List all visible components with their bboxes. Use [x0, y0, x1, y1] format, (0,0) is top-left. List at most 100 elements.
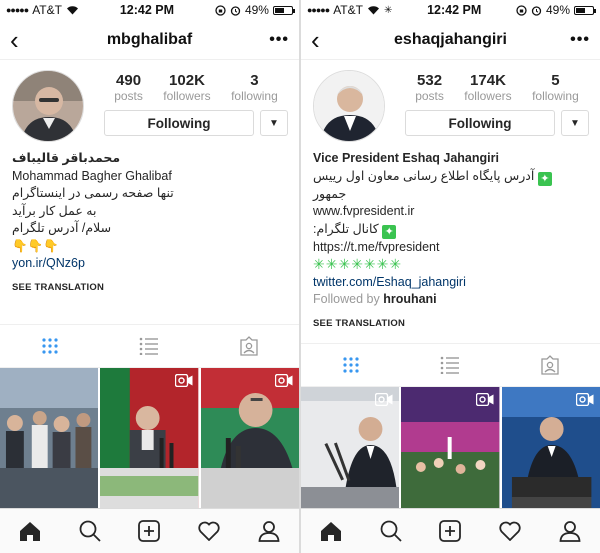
- tab-grid[interactable]: [336, 350, 366, 380]
- profile-tab[interactable]: [557, 518, 583, 544]
- bio-name: Vice President Eshaq Jahangiri: [313, 151, 499, 165]
- battery-percent: 49%: [244, 3, 269, 17]
- bio-line: سلام/ آدرس تلگرام: [12, 221, 112, 235]
- home-icon: [320, 521, 341, 541]
- profile-username: eshaqjahangiri: [394, 30, 507, 48]
- profile-bio: Vice President Eshaq Jahangiri ✦ آدرس پا…: [301, 150, 600, 332]
- following-button[interactable]: Following: [104, 110, 254, 136]
- status-bar: ●●●●● AT&T ✳ 12:42 PM 49%: [301, 0, 600, 20]
- heart-icon: [198, 521, 220, 541]
- profile-icon: [559, 521, 581, 542]
- heart-icon: [499, 521, 521, 541]
- video-icon: [174, 374, 193, 387]
- add-tab[interactable]: [437, 518, 463, 544]
- battery-fill: [274, 7, 284, 13]
- bio-stars-line: ✳✳✳✳✳✳✳: [313, 256, 403, 272]
- activity-tab[interactable]: [196, 518, 222, 544]
- post-thumbnail[interactable]: [301, 387, 400, 508]
- stat-followers[interactable]: 102K followers: [163, 72, 210, 103]
- stat-posts[interactable]: 490 posts: [114, 72, 143, 103]
- tab-tagged[interactable]: [535, 350, 565, 380]
- activity-spinner-icon: ✳: [383, 4, 393, 16]
- activity-tab[interactable]: [497, 518, 523, 544]
- avatar[interactable]: [12, 70, 84, 142]
- orientation-lock-icon: [516, 4, 527, 16]
- post-thumbnail[interactable]: [401, 387, 500, 508]
- bio-link[interactable]: yon.ir/QNz6p: [12, 255, 287, 273]
- add-icon: [439, 520, 462, 542]
- post-thumbnail[interactable]: [0, 368, 99, 508]
- follow-row: Following ▼: [104, 110, 288, 136]
- stat-label: posts: [114, 89, 143, 103]
- home-tab[interactable]: [17, 518, 43, 544]
- suggestions-dropdown-button[interactable]: ▼: [260, 110, 288, 136]
- bio-line-text: کانال تلگرام:: [313, 221, 379, 236]
- stat-followers[interactable]: 174K followers: [464, 72, 511, 103]
- bio-line-text: آدرس پایگاه اطلاع رسانی معاون اول رییس ج…: [313, 168, 535, 201]
- profile-icon: [258, 521, 280, 542]
- stat-label: followers: [163, 89, 211, 103]
- more-icon[interactable]: •••: [570, 31, 590, 49]
- bio-emoji-line: 👇👇👇: [12, 238, 59, 253]
- stat-number: 532: [417, 72, 443, 89]
- bio-name: محمدباقر قالیباف: [12, 151, 121, 165]
- profile-stats: 532 posts 174K followers 5 following: [405, 72, 589, 103]
- battery-icon: [574, 5, 596, 15]
- battery-percent: 49%: [545, 3, 570, 17]
- sparkle-check-icon: ✦: [537, 171, 552, 186]
- stat-following[interactable]: 3 following: [231, 72, 278, 103]
- more-icon[interactable]: •••: [269, 31, 289, 49]
- profile-username: mbghalibaf: [106, 30, 193, 48]
- stat-following[interactable]: 5 following: [532, 72, 579, 103]
- followed-by[interactable]: Followed by hrouhani: [313, 291, 588, 309]
- profile-view-tabs: [301, 343, 600, 387]
- stat-label: followers: [464, 89, 512, 103]
- search-tab[interactable]: [77, 518, 103, 544]
- tab-grid[interactable]: [35, 331, 65, 361]
- stat-label: posts: [415, 89, 444, 103]
- grid-view-icon: [42, 338, 58, 354]
- see-translation-button[interactable]: SEE TRANSLATION: [12, 279, 287, 297]
- home-tab[interactable]: [318, 518, 344, 544]
- search-icon: [79, 520, 101, 542]
- bio-line: به عمل کار برآید: [12, 203, 97, 218]
- bio-line: تنها صفحه رسمی در اینستاگرام: [12, 186, 174, 200]
- search-icon: [380, 520, 402, 542]
- stat-label: following: [231, 89, 278, 103]
- suggestions-dropdown-button[interactable]: ▼: [561, 110, 589, 136]
- avatar[interactable]: [313, 70, 385, 142]
- following-button[interactable]: Following: [405, 110, 555, 136]
- bio-link[interactable]: twitter.com/Eshaq_jahangiri: [313, 274, 588, 292]
- back-icon[interactable]: ‹: [10, 27, 30, 53]
- wifi-icon: [66, 6, 78, 15]
- tab-list[interactable]: [134, 331, 164, 361]
- stat-posts[interactable]: 532 posts: [415, 72, 444, 103]
- add-tab[interactable]: [136, 518, 162, 544]
- bio-line: www.fvpresident.ir: [313, 204, 415, 218]
- carrier-label: AT&T: [333, 3, 363, 17]
- followed-by-user: hrouhani: [383, 292, 437, 306]
- orientation-lock-icon: [215, 4, 226, 16]
- profile-tab[interactable]: [256, 518, 282, 544]
- post-thumbnail[interactable]: [100, 368, 199, 508]
- video-icon: [375, 393, 393, 406]
- post-thumbnail[interactable]: [501, 387, 600, 508]
- profile-stats: 490 posts 102K followers 3 following: [104, 72, 288, 103]
- see-translation-button[interactable]: SEE TRANSLATION: [313, 315, 588, 333]
- follow-row: Following ▼: [405, 110, 589, 136]
- tab-list[interactable]: [435, 350, 465, 380]
- video-icon: [274, 374, 293, 387]
- signal-icon: ●●●●●: [6, 5, 29, 15]
- status-time: 12:42 PM: [119, 3, 175, 17]
- post-thumbnail[interactable]: [200, 368, 299, 508]
- bio-line: ✦ کانال تلگرام:: [313, 221, 588, 239]
- post-grid: [301, 387, 600, 508]
- tab-tagged[interactable]: [234, 331, 264, 361]
- bottom-tab-bar: [301, 508, 600, 553]
- video-icon: [575, 393, 594, 406]
- back-icon[interactable]: ‹: [311, 27, 331, 53]
- add-icon: [138, 520, 161, 542]
- stat-number: 3: [250, 72, 259, 89]
- search-tab[interactable]: [378, 518, 404, 544]
- alarm-icon: [230, 5, 241, 16]
